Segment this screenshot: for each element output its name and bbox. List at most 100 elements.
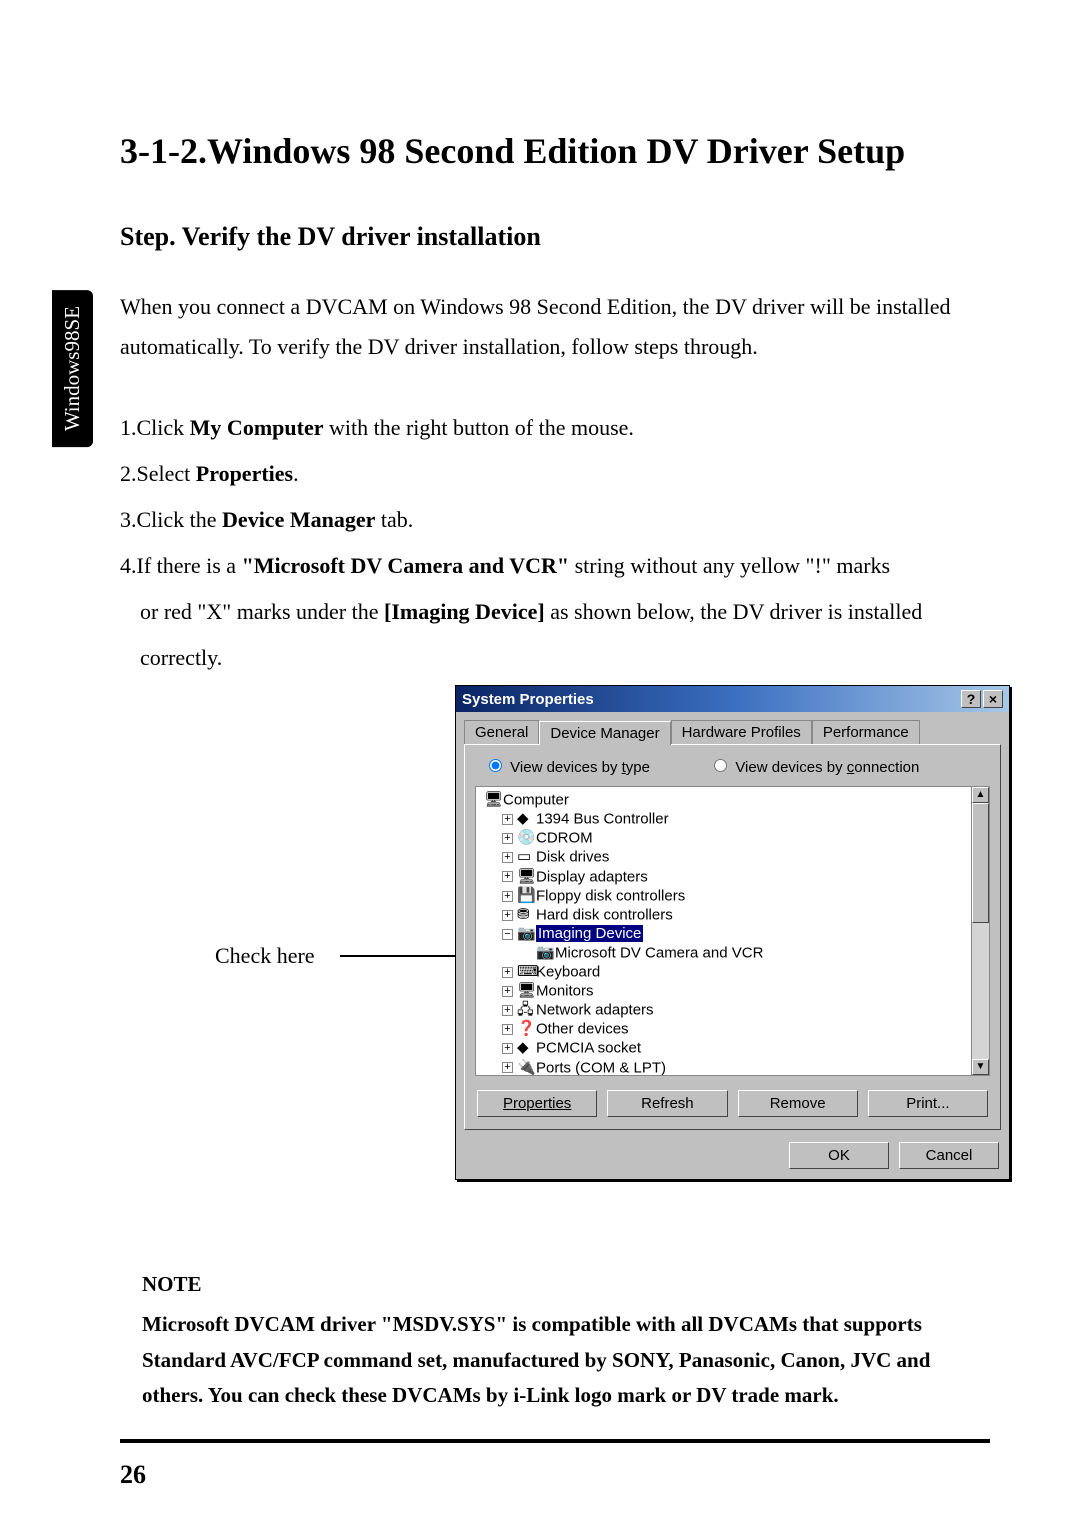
expander-icon[interactable]: + [502,891,513,902]
step-1: 1.Click My Computer with the right butto… [120,406,990,450]
step-4-pre: 4.If there is a [120,553,242,578]
hdd-icon: ⛃ [517,906,532,925]
screenshot-area: Check here System Properties ? × General… [120,685,990,1255]
intro-text: When you connect a DVCAM on Windows 98 S… [120,287,990,366]
scroll-up-icon[interactable]: ▲ [972,787,989,803]
scroll-thumb[interactable] [972,803,989,923]
ports-icon: 🔌 [517,1059,532,1077]
step-3-bold: Device Manager [222,507,375,532]
close-button[interactable]: × [983,690,1003,708]
pcmcia-icon: ◆ [517,1039,532,1058]
step-subtitle: Step. Verify the DV driver installation [120,222,990,252]
step-4-bold: "Microsoft DV Camera and VCR" [242,553,570,578]
tree-hdd-label: Hard disk controllers [536,906,673,923]
steps-list: 1.Click My Computer with the right butto… [120,406,990,680]
refresh-button-label: Refresh [641,1095,694,1112]
refresh-button[interactable]: Refresh [607,1090,727,1117]
controller-icon: ◆ [517,810,532,829]
disk-icon: ▭ [517,848,532,867]
tree-ports[interactable]: + 🔌Ports (COM & LPT) [478,1059,987,1077]
tab-performance[interactable]: Performance [812,720,920,744]
expander-icon[interactable]: + [502,1043,513,1054]
properties-button[interactable]: Properties [477,1090,597,1117]
tree-network[interactable]: +🖧Network adapters [478,1001,987,1020]
dialog-buttons: OK Cancel [456,1138,1009,1179]
tree-ports-label: Ports (COM & LPT) [536,1059,666,1076]
step-3-post: tab. [375,507,413,532]
step-1-post: with the right button of the mouse. [323,415,633,440]
tree-computer-label: Computer [503,792,569,809]
tree-computer[interactable]: 🖥Computer [478,791,987,810]
radio-by-connection[interactable]: View devices by connection [714,759,919,776]
radio-by-type[interactable]: View devices by type [489,759,650,776]
tree-pcmcia[interactable]: + ◆PCMCIA socket [478,1039,987,1058]
window-title: System Properties [462,691,594,708]
check-here-label: Check here [215,943,315,969]
camera-icon: 📷 [536,944,551,963]
expander-icon[interactable]: − [502,929,513,940]
device-tree[interactable]: 🖥Computer +◆1394 Bus Controller +💿CDROM … [475,786,990,1076]
scrollbar[interactable]: ▲ ▼ [971,787,989,1075]
radio-by-connection-input[interactable] [714,759,727,772]
print-button[interactable]: Print... [868,1090,988,1117]
radio-by-conn-label-pre: View devices by [735,759,846,776]
expander-icon[interactable]: + [502,967,513,978]
step-3: 3.Click the Device Manager tab. [120,498,990,542]
imaging-icon: 📷 [517,925,532,944]
expander-icon[interactable]: + [502,833,513,844]
cdrom-icon: 💿 [517,829,532,848]
tree-dvcam-label: Microsoft DV Camera and VCR [555,944,763,961]
step-2: 2.Select Properties. [120,452,990,496]
step-4-line3: correctly. [120,636,990,680]
help-button[interactable]: ? [961,690,981,708]
expander-icon[interactable]: + [502,1005,513,1016]
tree-other[interactable]: +❓Other devices [478,1020,987,1039]
print-button-label: Print... [906,1095,949,1112]
tree-disk[interactable]: +▭Disk drives [478,848,987,867]
expander-icon[interactable]: + [502,852,513,863]
tree-dvcam[interactable]: 📷Microsoft DV Camera and VCR [478,944,987,963]
expander-icon[interactable]: + [502,1024,513,1035]
network-icon: 🖧 [517,1001,532,1020]
page: Windows98SE 3-1-2.Windows 98 Second Edit… [0,0,1080,1464]
tree-monitors-label: Monitors [536,982,594,999]
tree-hdd[interactable]: + ⛃Hard disk controllers [478,906,987,925]
titlebar: System Properties ? × [456,686,1009,712]
expander-icon[interactable]: + [502,814,513,825]
remove-button[interactable]: Remove [738,1090,858,1117]
tree-keyboard[interactable]: +⌨Keyboard [478,963,987,982]
tree-cdrom-label: CDROM [536,830,593,847]
expander-icon[interactable]: + [502,1062,513,1073]
tree-floppy[interactable]: +💾Floppy disk controllers [478,887,987,906]
tab-device-manager[interactable]: Device Manager [539,721,670,745]
footer-rule [120,1439,990,1443]
titlebar-buttons: ? × [961,690,1003,708]
tabs: General Device Manager Hardware Profiles… [456,712,1009,744]
tree-1394-label: 1394 Bus Controller [536,811,669,828]
properties-button-label: Properties [503,1095,571,1112]
side-tab: Windows98SE [52,290,93,447]
step-4-line2: or red "X" marks under the [Imaging Devi… [120,590,990,634]
tab-general[interactable]: General [464,720,539,744]
computer-icon: 🖥 [484,791,499,810]
step-2-pre: 2.Select [120,461,196,486]
radio-by-type-label-post: ype [626,759,650,776]
ok-button[interactable]: OK [789,1142,889,1169]
tree-monitors[interactable]: +🖥Monitors [478,982,987,1001]
radio-by-type-input[interactable] [489,759,502,772]
tree-display[interactable]: +🖥Display adapters [478,868,987,887]
expander-icon[interactable]: + [502,986,513,997]
remove-button-label: Remove [770,1095,826,1112]
step-2-post: . [293,461,299,486]
tree-cdrom[interactable]: + 💿CDROM [478,829,987,848]
tree-imaging[interactable]: −📷Imaging Device [478,925,987,944]
other-icon: ❓ [517,1020,532,1039]
expander-icon[interactable]: + [502,871,513,882]
radio-row: View devices by type View devices by con… [475,757,990,786]
tree-pcmcia-label: PCMCIA socket [536,1040,641,1057]
tab-hardware-profiles[interactable]: Hardware Profiles [671,720,812,744]
scroll-down-icon[interactable]: ▼ [972,1059,989,1075]
cancel-button[interactable]: Cancel [899,1142,999,1169]
tree-1394[interactable]: + ◆1394 Bus Controller [478,810,987,829]
expander-icon[interactable]: + [502,910,513,921]
